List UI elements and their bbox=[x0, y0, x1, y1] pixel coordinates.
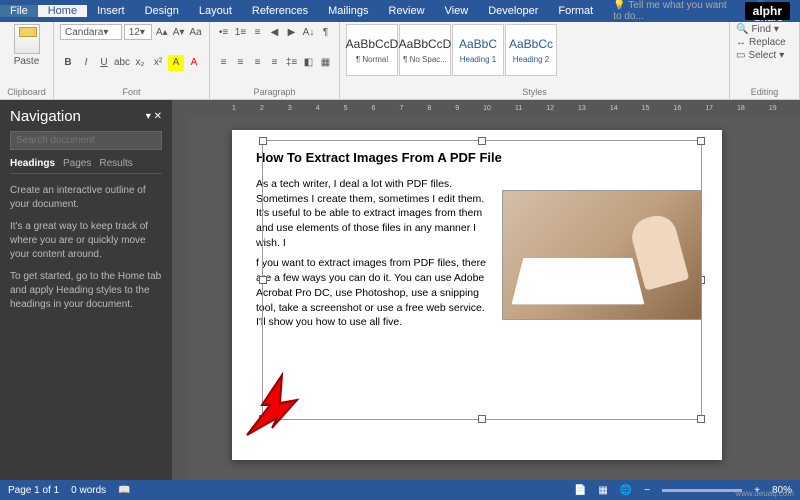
numbering-button[interactable]: 1≡ bbox=[233, 24, 248, 40]
nav-tab-results[interactable]: Results bbox=[99, 158, 132, 169]
style-heading2[interactable]: AaBbCcHeading 2 bbox=[505, 24, 557, 76]
select-button[interactable]: ▭ Select ▾ bbox=[736, 50, 793, 61]
shrink-font-button[interactable]: A▾ bbox=[171, 24, 186, 40]
status-proof-icon[interactable]: 📖 bbox=[118, 485, 130, 496]
tab-mailings[interactable]: Mailings bbox=[318, 5, 378, 17]
zoom-out-button[interactable]: − bbox=[644, 485, 650, 496]
change-case-button[interactable]: Aa bbox=[188, 24, 203, 40]
tab-format[interactable]: Format bbox=[548, 5, 603, 17]
replace-button[interactable]: ↔ Replace bbox=[736, 37, 793, 48]
status-page[interactable]: Page 1 of 1 bbox=[8, 485, 59, 496]
nav-hint-2: It's a great way to keep track of where … bbox=[10, 220, 162, 262]
align-left-button[interactable]: ≡ bbox=[216, 55, 231, 71]
document-area[interactable]: 12345678910111213141516171819 How To Ext… bbox=[172, 100, 800, 480]
tab-view[interactable]: View bbox=[435, 5, 479, 17]
borders-button[interactable]: ▦ bbox=[318, 55, 333, 71]
highlight-button[interactable]: A bbox=[168, 55, 184, 71]
show-marks-button[interactable]: ¶ bbox=[318, 24, 333, 40]
bold-button[interactable]: B bbox=[60, 55, 76, 71]
resize-handle[interactable] bbox=[697, 137, 705, 145]
style-normal[interactable]: AaBbCcD¶ Normal bbox=[346, 24, 398, 76]
nav-dropdown-icon[interactable]: ▾ bbox=[146, 111, 151, 122]
underline-button[interactable]: U bbox=[96, 55, 112, 71]
paste-button[interactable]: Paste bbox=[6, 24, 47, 67]
subscript-button[interactable]: x₂ bbox=[132, 55, 148, 71]
ribbon: Paste Clipboard Candara ▾ 12 ▾ A▴ A▾ Aa … bbox=[0, 22, 800, 100]
group-editing: Editing bbox=[736, 85, 793, 97]
font-name-select[interactable]: Candara ▾ bbox=[60, 24, 122, 40]
resize-handle[interactable] bbox=[259, 276, 267, 284]
tab-developer[interactable]: Developer bbox=[478, 5, 548, 17]
view-print-icon[interactable]: ▦ bbox=[598, 485, 607, 496]
status-bar: Page 1 of 1 0 words 📖 📄 ▦ 🌐 − + 80% bbox=[0, 480, 800, 500]
shading-button[interactable]: ◧ bbox=[301, 55, 316, 71]
resize-handle[interactable] bbox=[478, 415, 486, 423]
view-read-icon[interactable]: 📄 bbox=[574, 485, 586, 496]
tell-me[interactable]: 💡 Tell me what you want to do... bbox=[603, 0, 745, 22]
search-input[interactable] bbox=[10, 131, 162, 150]
tab-file[interactable]: File bbox=[0, 5, 38, 17]
group-styles: Styles bbox=[346, 85, 723, 97]
superscript-button[interactable]: x² bbox=[150, 55, 166, 71]
font-size-select[interactable]: 12 ▾ bbox=[124, 24, 152, 40]
status-words[interactable]: 0 words bbox=[71, 485, 106, 496]
group-paragraph: Paragraph bbox=[216, 85, 333, 97]
align-right-button[interactable]: ≡ bbox=[250, 55, 265, 71]
group-font: Font bbox=[60, 85, 203, 97]
indent-right-button[interactable]: ▶ bbox=[284, 24, 299, 40]
nav-hint-3: To get started, go to the Home tab and a… bbox=[10, 270, 162, 312]
resize-handle[interactable] bbox=[259, 137, 267, 145]
align-center-button[interactable]: ≡ bbox=[233, 55, 248, 71]
horizontal-ruler[interactable]: 12345678910111213141516171819 bbox=[172, 100, 800, 116]
zoom-slider[interactable] bbox=[662, 489, 742, 492]
vertical-ruler[interactable] bbox=[172, 116, 188, 480]
document-page[interactable]: How To Extract Images From A PDF File As… bbox=[232, 130, 722, 460]
tab-references[interactable]: References bbox=[242, 5, 318, 17]
tab-layout[interactable]: Layout bbox=[189, 5, 242, 17]
tab-home[interactable]: Home bbox=[38, 5, 87, 17]
italic-button[interactable]: I bbox=[78, 55, 94, 71]
annotation-arrow-icon bbox=[232, 370, 302, 440]
multilevel-button[interactable]: ≡ bbox=[250, 24, 265, 40]
justify-button[interactable]: ≡ bbox=[267, 55, 282, 71]
line-spacing-button[interactable]: ‡≡ bbox=[284, 55, 299, 71]
navigation-pane: Navigation▾ ✕ Headings Pages Results Cre… bbox=[0, 100, 172, 480]
nav-title: Navigation▾ ✕ bbox=[10, 108, 162, 125]
resize-handle[interactable] bbox=[478, 137, 486, 145]
group-clipboard: Clipboard bbox=[6, 85, 47, 97]
view-web-icon[interactable]: 🌐 bbox=[620, 485, 632, 496]
tab-insert[interactable]: Insert bbox=[87, 5, 135, 17]
nav-close-icon[interactable]: ✕ bbox=[154, 111, 162, 122]
find-button[interactable]: 🔍 Find ▾ bbox=[736, 24, 793, 35]
nav-tab-pages[interactable]: Pages bbox=[63, 158, 91, 169]
watermark: www.deuaq.com bbox=[735, 489, 794, 498]
grow-font-button[interactable]: A▴ bbox=[154, 24, 169, 40]
style-heading1[interactable]: AaBbCHeading 1 bbox=[452, 24, 504, 76]
title-bar: File Home Insert Design Layout Reference… bbox=[0, 0, 800, 22]
embedded-image[interactable] bbox=[502, 190, 702, 320]
nav-hint-1: Create an interactive outline of your do… bbox=[10, 184, 162, 212]
font-color-button[interactable]: A bbox=[186, 55, 202, 71]
bullets-button[interactable]: •≡ bbox=[216, 24, 231, 40]
tab-review[interactable]: Review bbox=[379, 5, 435, 17]
indent-left-button[interactable]: ◀ bbox=[267, 24, 282, 40]
sort-button[interactable]: A↓ bbox=[301, 24, 316, 40]
tab-design[interactable]: Design bbox=[135, 5, 189, 17]
resize-handle[interactable] bbox=[697, 415, 705, 423]
style-no-spacing[interactable]: AaBbCcD¶ No Spac... bbox=[399, 24, 451, 76]
strike-button[interactable]: abc bbox=[114, 55, 130, 71]
brand-logo: alphr bbox=[745, 2, 790, 20]
nav-tab-headings[interactable]: Headings bbox=[10, 158, 55, 169]
